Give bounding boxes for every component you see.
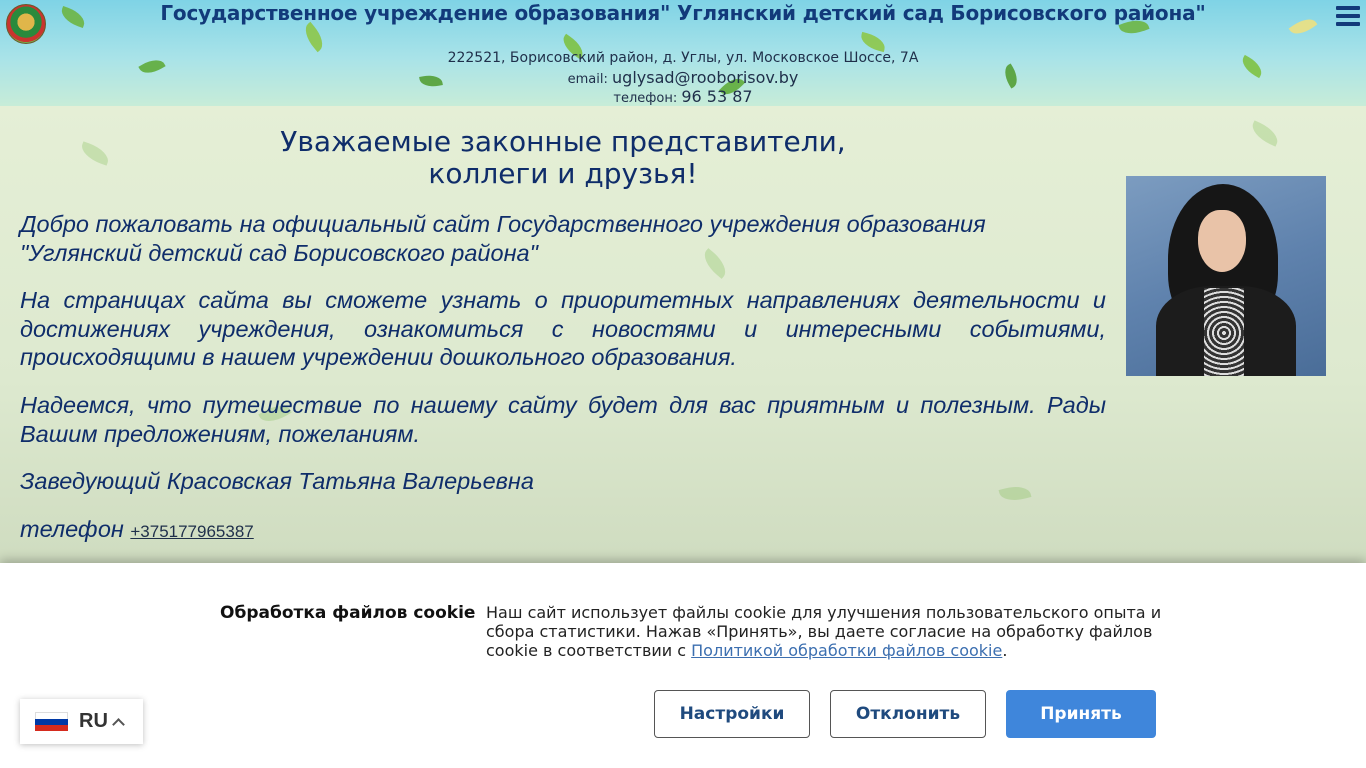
welcome-paragraph: Добро пожаловать на официальный сайт Гос…	[20, 211, 986, 266]
site-header: Государственное учреждение образования" …	[0, 0, 1366, 106]
head-name: Заведующий Красовская Татьяна Валерьевна	[20, 468, 534, 494]
cookie-settings-button[interactable]: Настройки	[654, 690, 810, 738]
main-content: Уважаемые законные представители, коллег…	[0, 106, 1366, 563]
head-phone-label: телефон	[20, 516, 124, 542]
cookie-accept-button[interactable]: Принять	[1006, 690, 1156, 738]
language-code: RU	[79, 710, 108, 732]
cookie-policy-link[interactable]: Политикой обработки файлов cookie	[691, 641, 1002, 660]
chevron-up-icon	[112, 717, 125, 731]
phone-label: телефон:	[613, 91, 678, 106]
email-line: email: uglysad@rooborisov.by	[0, 68, 1366, 87]
wish-paragraph: Надеемся, что путешествие по нашему сайт…	[20, 392, 1106, 447]
cookie-decline-button[interactable]: Отклонить	[830, 690, 986, 738]
email-link[interactable]: uglysad@rooborisov.by	[612, 68, 798, 87]
hamburger-menu-icon[interactable]	[1336, 6, 1360, 28]
info-paragraph: На страницах сайта вы сможете узнать о п…	[20, 287, 1106, 370]
greeting-heading: Уважаемые законные представители, коллег…	[20, 126, 1106, 190]
phone-value: 96 53 87	[681, 87, 753, 106]
greeting-line-1: Уважаемые законные представители,	[280, 125, 846, 158]
email-label: email:	[567, 72, 608, 87]
head-phone-link[interactable]: +375177965387	[130, 522, 253, 541]
head-phone: телефон +375177965387	[20, 515, 1106, 547]
cookie-text: Наш сайт использует файлы cookie для улу…	[486, 603, 1166, 660]
cookie-banner: Обработка файлов cookie Наш сайт использ…	[0, 563, 1366, 768]
site-title: Государственное учреждение образования" …	[160, 1, 1206, 25]
head-photo	[1126, 176, 1326, 376]
russia-flag-icon	[35, 711, 68, 732]
language-switcher[interactable]: RU	[20, 699, 143, 744]
address: 222521, Борисовский район, д. Углы, ул. …	[447, 50, 919, 66]
cookie-text-end: .	[1002, 641, 1008, 660]
cookie-title: Обработка файлов cookie	[220, 603, 476, 623]
greeting-line-2: коллеги и друзья!	[428, 157, 698, 190]
phone-line: телефон: 96 53 87	[0, 87, 1366, 106]
